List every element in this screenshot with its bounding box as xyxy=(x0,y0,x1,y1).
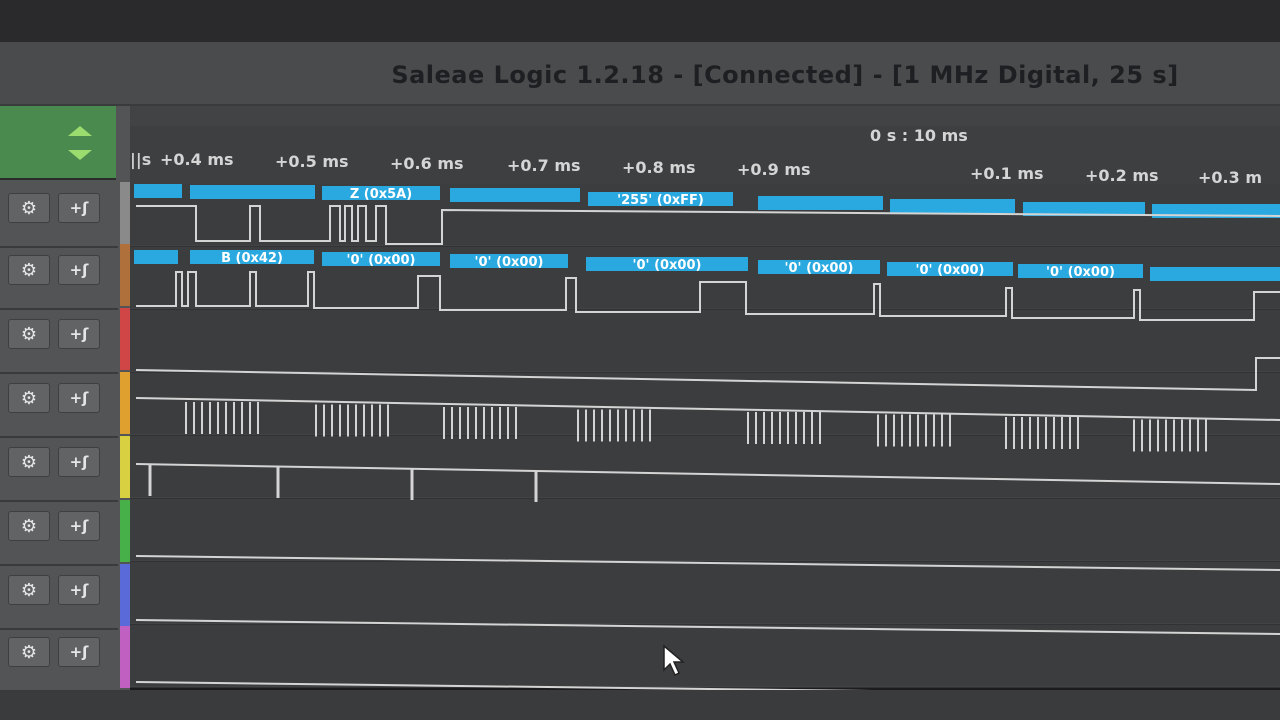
scroll-up-icon[interactable] xyxy=(68,126,92,136)
channel-color-bar xyxy=(120,626,130,688)
trigger-rising-icon[interactable]: +ʃ xyxy=(58,511,100,541)
window-title: Saleae Logic 1.2.18 - [Connected] - [1 M… xyxy=(391,61,1179,89)
channel-row-controls: ⚙ +ʃ xyxy=(0,246,118,310)
channel-row-bg xyxy=(130,499,1280,561)
gear-icon[interactable]: ⚙ xyxy=(8,575,50,605)
channel-color-bar xyxy=(120,308,130,370)
gear-icon[interactable]: ⚙ xyxy=(8,383,50,413)
trigger-rising-icon[interactable]: +ʃ xyxy=(58,383,100,413)
channel-row-bg xyxy=(130,625,1280,687)
timeline-ruler[interactable]: 0 s : 10 ms ||s +0.4 ms +0.5 ms +0.6 ms … xyxy=(130,106,1280,187)
trigger-rising-icon[interactable]: +ʃ xyxy=(58,637,100,667)
channel-color-bar xyxy=(120,182,130,244)
annotation-label: B (0x42) xyxy=(221,251,283,266)
timeline-tick: +0.7 ms xyxy=(507,156,581,175)
annotation-bar xyxy=(134,250,178,264)
timeline-tick: +0.1 ms xyxy=(970,164,1044,183)
channel-color-bar xyxy=(120,372,130,434)
timeline-left-marker: ||s xyxy=(130,150,152,169)
channel-color-bar xyxy=(120,436,130,498)
channel-control-panel: ⚙ +ʃ ⚙ +ʃ ⚙ +ʃ ⚙ +ʃ ⚙ +ʃ ⚙ +ʃ ⚙ +ʃ ⚙ +ʃ xyxy=(0,106,130,692)
timeline-header xyxy=(130,106,1280,126)
annotation-label: '0' (0x00) xyxy=(347,253,416,268)
channel-row-controls: ⚙ +ʃ xyxy=(0,438,118,502)
annotation-bar xyxy=(758,196,883,210)
timeline-tick: +0.6 ms xyxy=(390,154,464,173)
timeline-center-label: 0 s : 10 ms xyxy=(870,126,968,145)
channel-row-bg xyxy=(130,310,1280,372)
annotation-bar xyxy=(890,199,1015,213)
timeline-tick: +0.5 ms xyxy=(275,152,349,171)
annotation-bar xyxy=(1150,267,1280,281)
scroll-down-icon[interactable] xyxy=(68,150,92,160)
channel-row-bg xyxy=(130,562,1280,624)
timeline-tick: +0.2 ms xyxy=(1085,166,1159,185)
monitor-bezel xyxy=(0,0,1280,42)
mouse-cursor-icon xyxy=(663,644,686,677)
gear-icon[interactable]: ⚙ xyxy=(8,511,50,541)
channel-row-controls: ⚙ +ʃ xyxy=(0,184,118,248)
annotation-label: '0' (0x00) xyxy=(475,255,544,270)
annotation-bar xyxy=(134,184,182,198)
channel-color-bar xyxy=(120,500,130,562)
trigger-rising-icon[interactable]: +ʃ xyxy=(58,255,100,285)
annotation-label: '0' (0x00) xyxy=(1046,265,1115,280)
channel-color-bar xyxy=(120,244,130,306)
status-bar xyxy=(0,690,1280,720)
channel-row-controls: ⚙ +ʃ xyxy=(0,566,118,630)
channel-row-controls: ⚙ +ʃ xyxy=(0,374,118,438)
gear-icon[interactable]: ⚙ xyxy=(8,193,50,223)
annotation-bar xyxy=(450,188,580,202)
annotation-bar xyxy=(190,185,315,199)
trigger-rising-icon[interactable]: +ʃ xyxy=(58,575,100,605)
trigger-rising-icon[interactable]: +ʃ xyxy=(58,193,100,223)
trigger-rising-icon[interactable]: +ʃ xyxy=(58,447,100,477)
annotation-label: '0' (0x00) xyxy=(633,258,702,273)
channel-row-bg xyxy=(130,373,1280,435)
channel-color-bar xyxy=(120,564,130,626)
annotation-label: '0' (0x00) xyxy=(916,263,985,278)
gear-icon[interactable]: ⚙ xyxy=(8,255,50,285)
waveform-area[interactable]: Z (0x5A) '255' (0xFF) B (0x42) '0' (0x00) '0… xyxy=(130,184,1280,690)
timeline-tick: +0.9 ms xyxy=(737,160,811,179)
channel-nav-box xyxy=(0,106,116,180)
annotation-label: '0' (0x00) xyxy=(785,261,854,276)
timeline-tick: +0.8 ms xyxy=(622,158,696,177)
window-titlebar: Saleae Logic 1.2.18 - [Connected] - [1 M… xyxy=(0,42,1280,106)
gear-icon[interactable]: ⚙ xyxy=(8,319,50,349)
trigger-rising-icon[interactable]: +ʃ xyxy=(58,319,100,349)
channel-row-controls: ⚙ +ʃ xyxy=(0,310,118,374)
gear-icon[interactable]: ⚙ xyxy=(8,637,50,667)
channel-row-controls: ⚙ +ʃ xyxy=(0,628,118,692)
annotation-label: Z (0x5A) xyxy=(350,187,412,202)
timeline-tick: +0.4 ms xyxy=(160,150,234,169)
annotation-label: '255' (0xFF) xyxy=(617,193,704,208)
channel-row-controls: ⚙ +ʃ xyxy=(0,502,118,566)
gear-icon[interactable]: ⚙ xyxy=(8,447,50,477)
